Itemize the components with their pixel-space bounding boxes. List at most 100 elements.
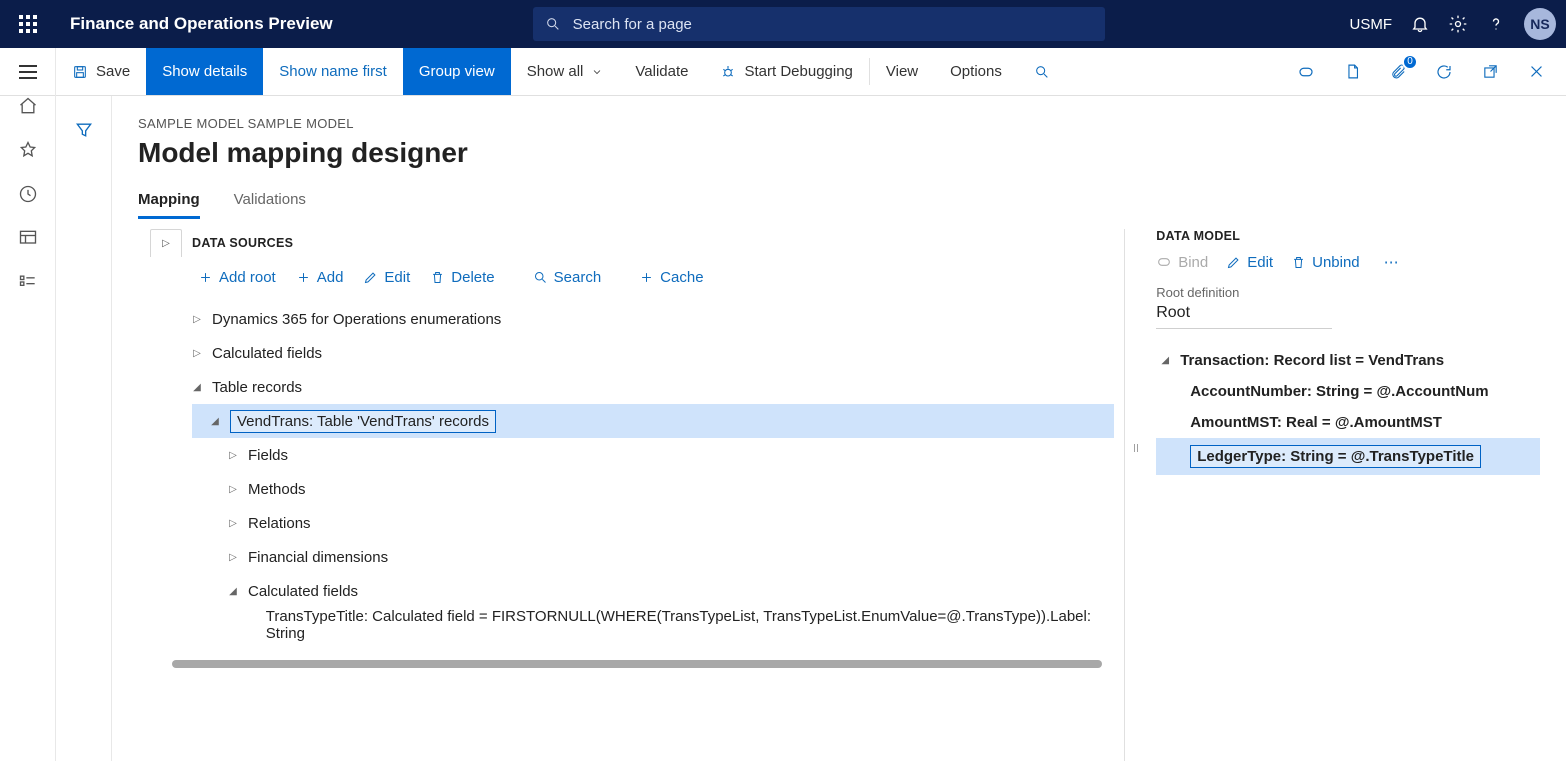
data-model-toolbar: Bind Edit Unbind ⋯	[1156, 243, 1540, 279]
search-icon	[533, 270, 548, 285]
ds-tree: ▷ Dynamics 365 for Operations enumeratio…	[138, 302, 1114, 642]
bell-icon[interactable]	[1410, 14, 1430, 34]
node-label: Relations	[248, 515, 311, 532]
node-label: Fields	[248, 447, 288, 464]
edit-button[interactable]: Edit	[363, 269, 410, 286]
tree-node-methods[interactable]: ▷ Methods	[192, 472, 1114, 506]
link-icon[interactable]	[1290, 56, 1322, 88]
trash-icon	[1291, 255, 1306, 270]
node-label: AccountNumber: String = @.AccountNum	[1190, 383, 1488, 400]
save-label: Save	[96, 63, 130, 80]
tree-node-table-records[interactable]: ◢ Table records	[192, 370, 1114, 404]
org-label[interactable]: USMF	[1350, 16, 1393, 33]
edit-label: Edit	[384, 269, 410, 286]
tree-node-fields[interactable]: ▷ Fields	[192, 438, 1114, 472]
add-button[interactable]: Add	[296, 269, 344, 286]
gear-icon[interactable]	[1448, 14, 1468, 34]
command-bar: Save Show details Show name first Group …	[0, 48, 1566, 96]
document-icon[interactable]	[1336, 56, 1368, 88]
caret-collapsed-icon: ▷	[228, 484, 238, 495]
cache-label: Cache	[660, 269, 703, 286]
caret-expanded-icon: ◢	[1160, 355, 1170, 366]
user-avatar[interactable]: NS	[1524, 8, 1556, 40]
caret-collapsed-icon: ▷	[192, 314, 202, 325]
horizontal-scrollbar[interactable]	[172, 660, 1102, 668]
filter-column	[56, 96, 112, 761]
data-model-heading: DATA MODEL	[1156, 229, 1540, 243]
caret-collapsed-icon: ▷	[228, 552, 238, 563]
show-name-first-button[interactable]: Show name first	[263, 48, 403, 95]
options-label: Options	[950, 63, 1002, 80]
delete-label: Delete	[451, 269, 494, 286]
search-placeholder: Search for a page	[573, 16, 692, 33]
dm-node-amount[interactable]: AmountMST: Real = @.AmountMST	[1156, 407, 1540, 438]
global-search[interactable]: Search for a page	[533, 7, 1105, 41]
tab-mapping[interactable]: Mapping	[138, 191, 200, 219]
view-menu[interactable]: View	[870, 48, 934, 95]
close-icon[interactable]	[1520, 56, 1552, 88]
expand-tab-icon[interactable]: ▷	[150, 229, 182, 257]
tree-node-fin-dims[interactable]: ▷ Financial dimensions	[192, 540, 1114, 574]
popout-icon[interactable]	[1474, 56, 1506, 88]
app-header: Finance and Operations Preview Search fo…	[0, 0, 1566, 48]
link-icon	[1156, 254, 1172, 270]
help-icon[interactable]	[1486, 14, 1506, 34]
home-icon[interactable]	[18, 96, 38, 116]
bind-button[interactable]: Bind	[1156, 254, 1208, 271]
search-icon	[545, 16, 561, 32]
delete-button[interactable]: Delete	[430, 269, 494, 286]
dm-node-account[interactable]: AccountNumber: String = @.AccountNum	[1156, 376, 1540, 407]
add-root-button[interactable]: Add root	[198, 269, 276, 286]
node-label: Transaction: Record list = VendTrans	[1180, 352, 1444, 369]
unbind-button[interactable]: Unbind	[1291, 254, 1360, 271]
tree-node-calcfields[interactable]: ▷ Calculated fields	[192, 336, 1114, 370]
dm-edit-label: Edit	[1247, 254, 1273, 271]
caret-collapsed-icon: ▷	[192, 348, 202, 359]
clock-icon[interactable]	[18, 184, 38, 204]
show-all-dropdown[interactable]: Show all	[511, 48, 620, 95]
cache-button[interactable]: Cache	[639, 269, 703, 286]
validate-button[interactable]: Validate	[619, 48, 704, 95]
caret-expanded-icon: ◢	[210, 416, 220, 427]
find-button[interactable]	[1018, 48, 1066, 95]
node-label: TransTypeTitle: Calculated field = FIRST…	[266, 608, 1114, 642]
tree-node-relations[interactable]: ▷ Relations	[192, 506, 1114, 540]
node-label: Financial dimensions	[248, 549, 388, 566]
dm-node-ledger[interactable]: LedgerType: String = @.TransTypeTitle	[1156, 438, 1540, 475]
node-label: Table records	[212, 379, 302, 396]
caret-collapsed-icon: ▷	[228, 518, 238, 529]
show-name-first-label: Show name first	[279, 63, 387, 80]
group-view-button[interactable]: Group view	[403, 48, 511, 95]
tree-node-enum[interactable]: ▷ Dynamics 365 for Operations enumeratio…	[192, 302, 1114, 336]
attachment-icon[interactable]: 0	[1382, 56, 1414, 88]
bind-label: Bind	[1178, 254, 1208, 271]
start-debugging-button[interactable]: Start Debugging	[704, 48, 868, 95]
data-sources-toolbar: Add root Add Edit Delete Search	[138, 257, 1114, 296]
tree-node-calcfields2[interactable]: ◢ Calculated fields	[192, 574, 1114, 608]
waffle-icon[interactable]	[10, 6, 46, 42]
splitter-handle[interactable]	[1125, 229, 1149, 761]
more-button[interactable]: ⋯	[1384, 253, 1399, 271]
show-details-button[interactable]: Show details	[146, 48, 263, 95]
filter-icon[interactable]	[74, 120, 94, 140]
options-menu[interactable]: Options	[934, 48, 1018, 95]
root-definition-value[interactable]: Root	[1156, 300, 1332, 329]
workspace-icon[interactable]	[18, 228, 38, 248]
splitter-icon	[1130, 439, 1142, 457]
modules-icon[interactable]	[18, 272, 38, 292]
node-label: Methods	[248, 481, 306, 498]
dm-edit-button[interactable]: Edit	[1226, 254, 1273, 271]
tree-node-transtype[interactable]: TransTypeTitle: Calculated field = FIRST…	[192, 608, 1114, 642]
pencil-icon	[363, 270, 378, 285]
save-button[interactable]: Save	[56, 48, 146, 95]
tree-node-vendtrans[interactable]: ◢ VendTrans: Table 'VendTrans' records	[192, 404, 1114, 438]
refresh-icon[interactable]	[1428, 56, 1460, 88]
plus-icon	[198, 270, 213, 285]
node-label: Calculated fields	[248, 583, 358, 600]
tab-validations[interactable]: Validations	[234, 191, 306, 219]
search-button[interactable]: Search	[533, 269, 602, 286]
tabs: Mapping Validations	[138, 191, 1540, 219]
node-label: LedgerType: String = @.TransTypeTitle	[1190, 445, 1481, 468]
dm-node-transaction[interactable]: ◢ Transaction: Record list = VendTrans	[1156, 345, 1540, 376]
star-icon[interactable]	[18, 140, 38, 160]
